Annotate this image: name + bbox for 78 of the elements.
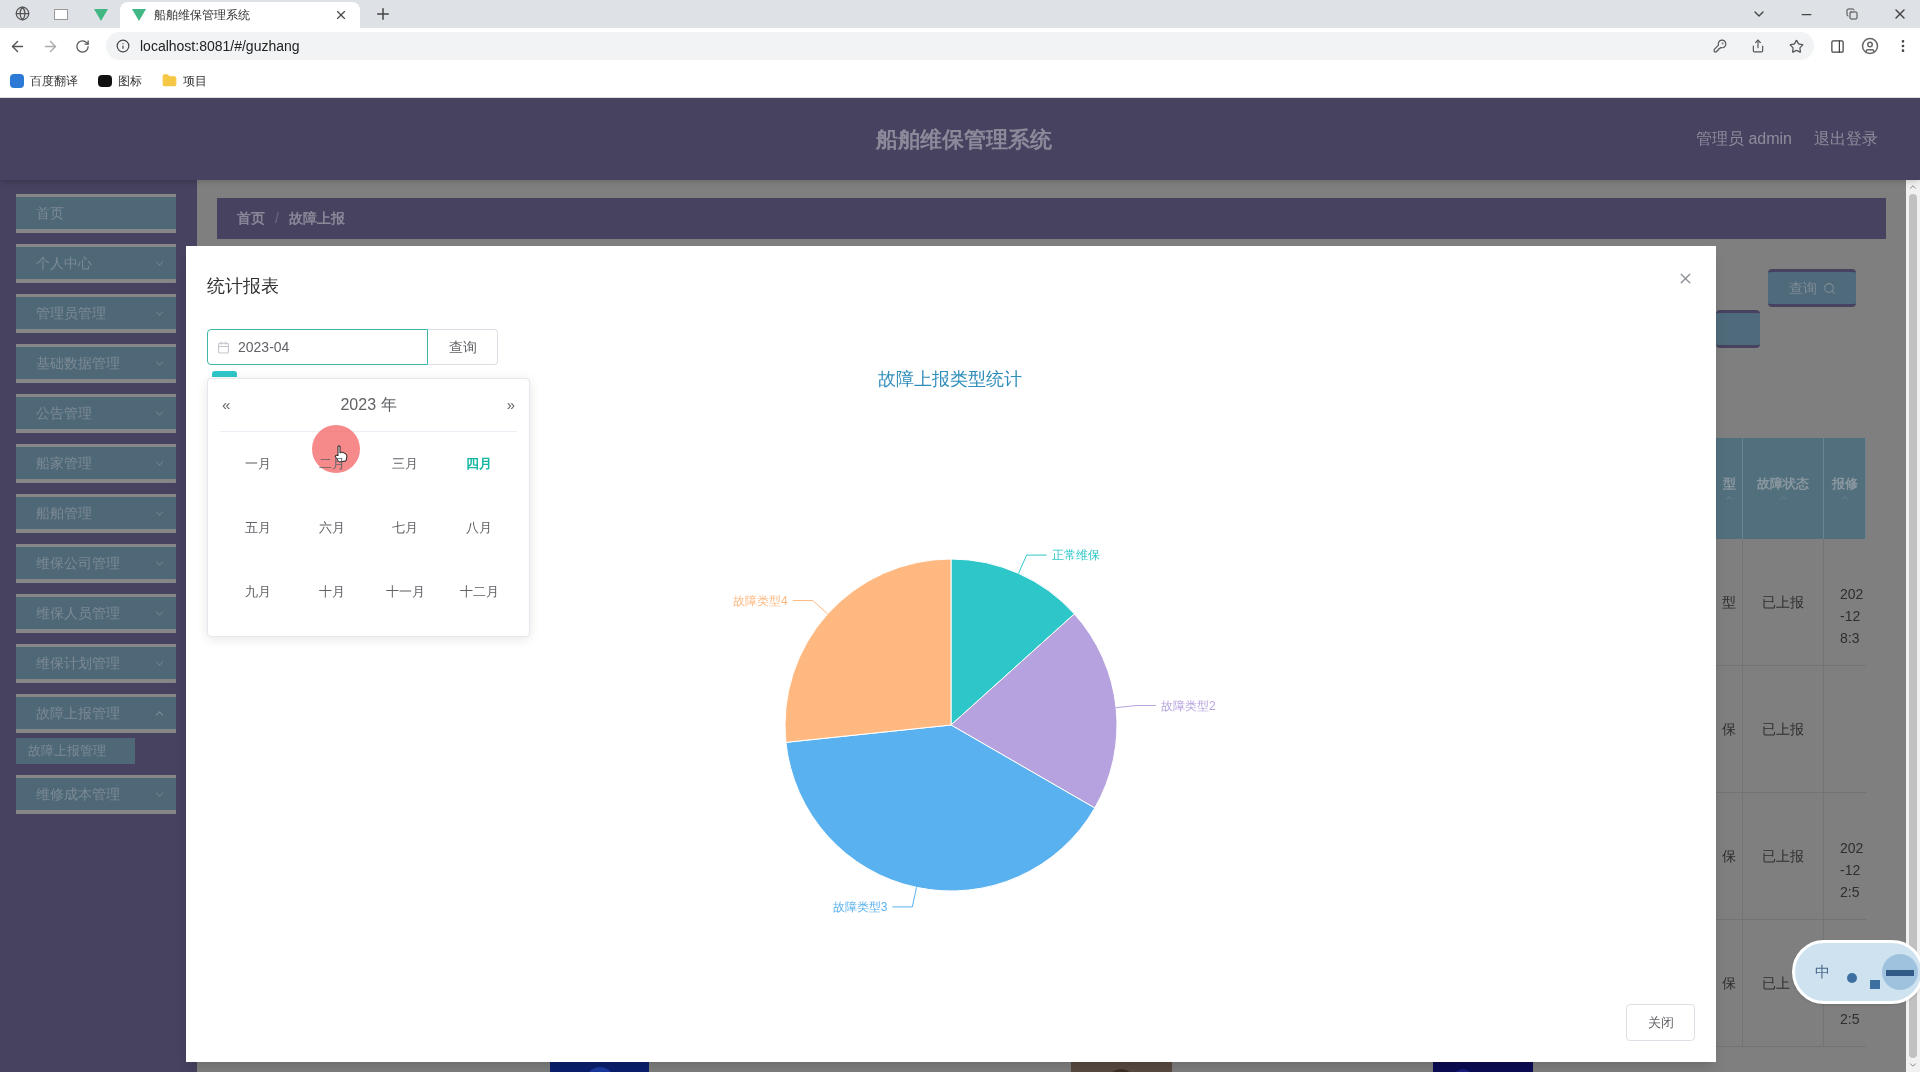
month-option[interactable]: 十二月 bbox=[459, 582, 499, 602]
status-cell-text: 已上报 bbox=[1762, 719, 1804, 739]
month-option[interactable]: 六月 bbox=[318, 518, 345, 538]
share-icon[interactable] bbox=[1751, 39, 1765, 53]
date-line: 202 bbox=[1840, 585, 1865, 604]
slice-label: 故障类型3 bbox=[832, 899, 888, 914]
column-header: 型 bbox=[1722, 474, 1736, 493]
browser-tab[interactable]: 船舶维保管理系统 bbox=[120, 2, 360, 28]
scrollbar[interactable] bbox=[1906, 180, 1920, 1072]
date-line: 202 bbox=[1840, 839, 1865, 858]
profile-icon[interactable] bbox=[1861, 37, 1879, 55]
click-highlight bbox=[312, 425, 360, 473]
date-line: 8:3 bbox=[1840, 629, 1861, 648]
info-icon bbox=[116, 39, 130, 53]
star-icon[interactable] bbox=[1789, 38, 1804, 54]
month-option[interactable]: 八月 bbox=[466, 518, 493, 538]
month-option[interactable]: 三月 bbox=[392, 454, 419, 474]
date-line: 2:5 bbox=[1840, 883, 1861, 902]
app-title: 船舶维保管理系统 bbox=[876, 125, 1052, 154]
key-icon[interactable] bbox=[1713, 39, 1727, 53]
column-header: 故障状态 bbox=[1757, 474, 1809, 493]
dialog-title: 统计报表 bbox=[207, 274, 279, 298]
image-icon bbox=[98, 74, 112, 87]
close-icon[interactable] bbox=[334, 8, 348, 22]
calendar-icon bbox=[217, 341, 230, 354]
status-cell-text: 已上报 bbox=[1762, 846, 1804, 866]
scroll-up-icon[interactable] bbox=[1908, 182, 1918, 192]
chart-title: 故障上报类型统计 bbox=[878, 369, 1022, 389]
ime-status-widget[interactable]: 中 bbox=[1792, 940, 1920, 1004]
table-cell-text: 保 bbox=[1722, 973, 1736, 993]
close-button[interactable]: 关闭 bbox=[1626, 1004, 1695, 1041]
new-tab-icon[interactable] bbox=[374, 5, 392, 23]
month-option[interactable]: 七月 bbox=[392, 518, 419, 538]
address-field[interactable]: localhost:8081/#/guzhang bbox=[106, 32, 1814, 60]
table-cell-text: 保 bbox=[1722, 846, 1736, 866]
status-cell-text: 已上 bbox=[1762, 973, 1790, 993]
slice-label: 故障类型2 bbox=[1161, 698, 1216, 713]
date-line: -12 bbox=[1840, 607, 1862, 626]
slice-label: 正常维保 bbox=[1051, 548, 1100, 563]
legend-swatch[interactable] bbox=[212, 371, 237, 377]
globe-icon[interactable] bbox=[15, 6, 30, 21]
page-icon[interactable] bbox=[54, 9, 68, 20]
previous-year-button[interactable]: « bbox=[222, 393, 231, 417]
leader-line bbox=[1018, 554, 1048, 574]
date-line: -12 bbox=[1840, 861, 1862, 880]
leader-line bbox=[792, 600, 829, 615]
restore-icon[interactable] bbox=[1846, 8, 1858, 20]
date-line: 2:5 bbox=[1840, 1010, 1861, 1029]
month-option[interactable]: 十月 bbox=[318, 582, 345, 602]
side-panel-icon[interactable] bbox=[1830, 38, 1845, 54]
month-option[interactable]: 十一月 bbox=[385, 582, 425, 602]
table-cell-text: 型 bbox=[1722, 592, 1736, 612]
month-option[interactable]: 五月 bbox=[244, 518, 271, 538]
bookmark-link[interactable]: 项目 bbox=[183, 71, 207, 90]
column-header: 报修 bbox=[1831, 474, 1858, 493]
bookmark-link[interactable]: 百度翻译 bbox=[30, 71, 78, 90]
month-option[interactable]: 九月 bbox=[244, 582, 271, 602]
ime-mode-label: 中 bbox=[1815, 961, 1830, 982]
tab-title: 船舶维保管理系统 bbox=[154, 7, 251, 24]
status-cell-text: 已上报 bbox=[1762, 592, 1804, 612]
scroll-down-icon[interactable] bbox=[1908, 1060, 1918, 1070]
query-button[interactable]: 查询 bbox=[428, 329, 498, 365]
url-text: localhost:8081/#/guzhang bbox=[140, 36, 301, 56]
bookmark-link[interactable]: 图标 bbox=[118, 71, 142, 90]
table-cell-text: 保 bbox=[1722, 719, 1736, 739]
month-option[interactable]: 一月 bbox=[244, 454, 271, 474]
reload-icon[interactable] bbox=[75, 38, 90, 54]
leader-line bbox=[1115, 705, 1157, 709]
slice-label: 故障类型4 bbox=[733, 593, 788, 608]
user-label: 管理员 admin bbox=[1695, 129, 1792, 149]
month-field[interactable]: 2023-04 bbox=[207, 329, 428, 365]
search-icon bbox=[1822, 281, 1836, 295]
translate-icon bbox=[10, 73, 24, 88]
leader-line bbox=[891, 886, 917, 908]
next-year-button[interactable]: » bbox=[506, 393, 515, 417]
year-label[interactable]: 2023 年 bbox=[340, 393, 397, 417]
breadcrumb-separator: / bbox=[275, 209, 279, 228]
folder-icon bbox=[162, 73, 177, 88]
